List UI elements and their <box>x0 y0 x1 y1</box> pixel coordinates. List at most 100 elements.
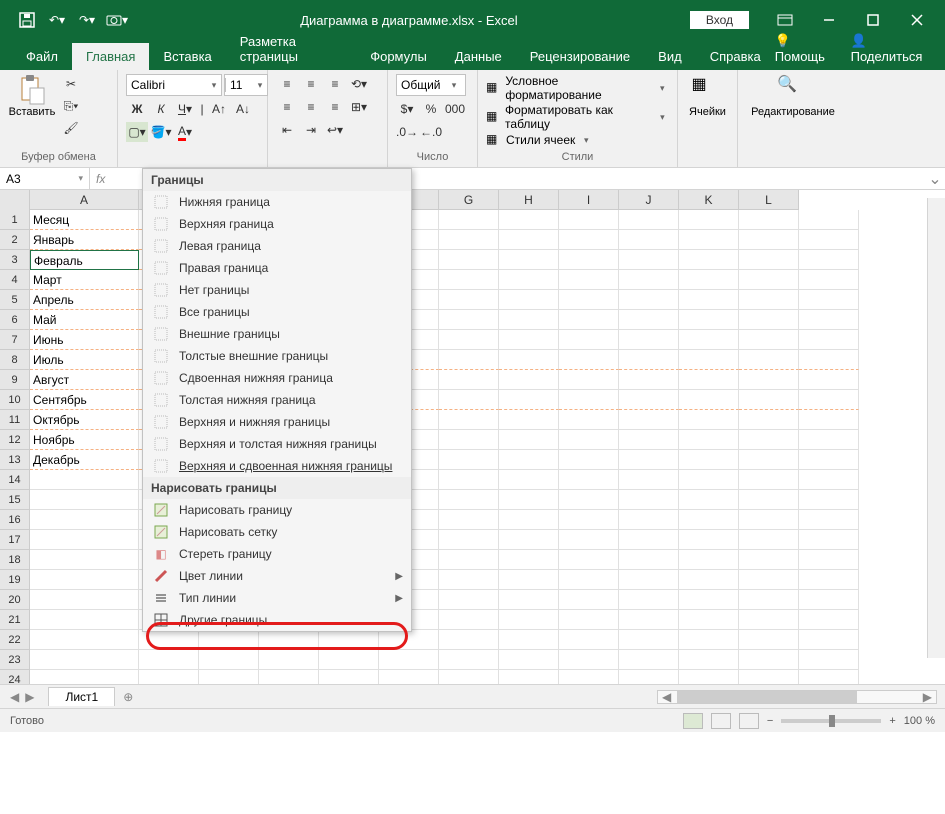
camera-icon[interactable]: ▾ <box>106 9 128 31</box>
tab-layout[interactable]: Разметка страницы <box>226 28 356 70</box>
row-header[interactable]: 19 <box>0 570 30 590</box>
select-all-corner[interactable] <box>0 190 30 210</box>
copy-icon[interactable]: ⎘▾ <box>60 96 82 116</box>
cell[interactable] <box>30 490 139 510</box>
cell[interactable] <box>679 410 739 430</box>
row-header[interactable]: 16 <box>0 510 30 530</box>
menu-item-border[interactable]: Толстые внешние границы <box>143 345 411 367</box>
cell[interactable] <box>679 390 739 410</box>
cell[interactable] <box>739 350 799 370</box>
cell[interactable]: Декабрь <box>30 450 139 470</box>
cell[interactable] <box>799 570 859 590</box>
merge-icon[interactable]: ⊞▾ <box>348 97 370 117</box>
cell[interactable] <box>679 270 739 290</box>
increase-indent-icon[interactable]: ⇥ <box>300 120 322 140</box>
close-icon[interactable] <box>897 5 937 35</box>
tab-data[interactable]: Данные <box>441 43 516 70</box>
cell[interactable] <box>30 590 139 610</box>
cell[interactable] <box>799 230 859 250</box>
cell[interactable] <box>799 590 859 610</box>
row-header[interactable]: 21 <box>0 610 30 630</box>
col-header[interactable]: G <box>439 190 499 209</box>
cell[interactable] <box>439 470 499 490</box>
cell[interactable] <box>739 330 799 350</box>
login-button[interactable]: Вход <box>690 11 749 29</box>
cell[interactable] <box>799 630 859 650</box>
cell[interactable] <box>199 650 259 670</box>
normal-view-icon[interactable] <box>683 713 703 729</box>
col-header[interactable]: A <box>30 190 139 209</box>
zoom-level[interactable]: 100 % <box>904 715 935 727</box>
cell[interactable]: Сентябрь <box>30 390 139 410</box>
tab-help[interactable]: Справка <box>696 43 775 70</box>
row-header[interactable]: 22 <box>0 630 30 650</box>
name-box[interactable]: A3▾ <box>0 168 90 189</box>
cell[interactable] <box>619 450 679 470</box>
cell[interactable] <box>499 430 559 450</box>
cell[interactable] <box>739 570 799 590</box>
cell[interactable] <box>319 650 379 670</box>
cell[interactable] <box>499 490 559 510</box>
cell[interactable] <box>319 670 379 684</box>
cell[interactable] <box>30 650 139 670</box>
cell[interactable] <box>559 430 619 450</box>
cell[interactable] <box>679 430 739 450</box>
cell[interactable] <box>559 410 619 430</box>
menu-item-border[interactable]: Левая граница <box>143 235 411 257</box>
cell[interactable] <box>679 470 739 490</box>
cell[interactable] <box>559 630 619 650</box>
zoom-slider[interactable] <box>781 719 881 723</box>
comma-icon[interactable]: 000 <box>444 99 466 119</box>
cell[interactable] <box>139 630 199 650</box>
cell[interactable] <box>799 550 859 570</box>
cell[interactable] <box>30 530 139 550</box>
cell[interactable]: Июль <box>30 350 139 370</box>
font-color-icon[interactable]: A▾ <box>174 122 196 142</box>
cell[interactable] <box>739 390 799 410</box>
cell[interactable] <box>30 550 139 570</box>
menu-item-border[interactable]: Сдвоенная нижняя граница <box>143 367 411 389</box>
cell[interactable] <box>739 370 799 390</box>
cell[interactable] <box>439 310 499 330</box>
cell[interactable] <box>679 370 739 390</box>
cell[interactable] <box>439 530 499 550</box>
cell[interactable] <box>499 670 559 684</box>
cell[interactable] <box>439 250 499 270</box>
menu-item-border[interactable]: Нет границы <box>143 279 411 301</box>
cells-button[interactable]: ▦Ячейки <box>686 74 729 118</box>
cell[interactable] <box>559 510 619 530</box>
cell[interactable]: Апрель <box>30 290 139 310</box>
cell[interactable] <box>199 670 259 684</box>
row-header[interactable]: 1 <box>0 210 30 230</box>
cell[interactable] <box>439 490 499 510</box>
cell[interactable] <box>499 590 559 610</box>
cell[interactable] <box>379 650 439 670</box>
cell[interactable] <box>499 370 559 390</box>
cell[interactable] <box>679 250 739 270</box>
cell[interactable] <box>439 230 499 250</box>
cell[interactable] <box>30 630 139 650</box>
cell[interactable] <box>559 350 619 370</box>
cell[interactable] <box>679 670 739 684</box>
cell[interactable]: Июнь <box>30 330 139 350</box>
tab-formulas[interactable]: Формулы <box>356 43 441 70</box>
cell[interactable]: Май <box>30 310 139 330</box>
cell[interactable] <box>439 370 499 390</box>
wrap-text-icon[interactable]: ↩▾ <box>324 120 346 140</box>
orientation-icon[interactable]: ⟲▾ <box>348 74 370 94</box>
menu-item-border[interactable]: Правая граница <box>143 257 411 279</box>
cell[interactable] <box>559 330 619 350</box>
cell[interactable] <box>799 430 859 450</box>
row-header[interactable]: 12 <box>0 430 30 450</box>
decrease-decimal-icon[interactable]: ←.0 <box>420 122 442 142</box>
cell[interactable]: Январь <box>30 230 139 250</box>
cell[interactable] <box>679 450 739 470</box>
menu-item-draw-border[interactable]: Нарисовать сетку <box>143 521 411 543</box>
cell[interactable]: Март <box>30 270 139 290</box>
cell[interactable] <box>679 350 739 370</box>
menu-item-more-borders[interactable]: Другие границы... <box>143 609 411 631</box>
menu-item-border[interactable]: Толстая нижняя граница <box>143 389 411 411</box>
cell[interactable] <box>619 650 679 670</box>
increase-decimal-icon[interactable]: .0→ <box>396 122 418 142</box>
align-top-icon[interactable]: ≡ <box>276 74 298 94</box>
